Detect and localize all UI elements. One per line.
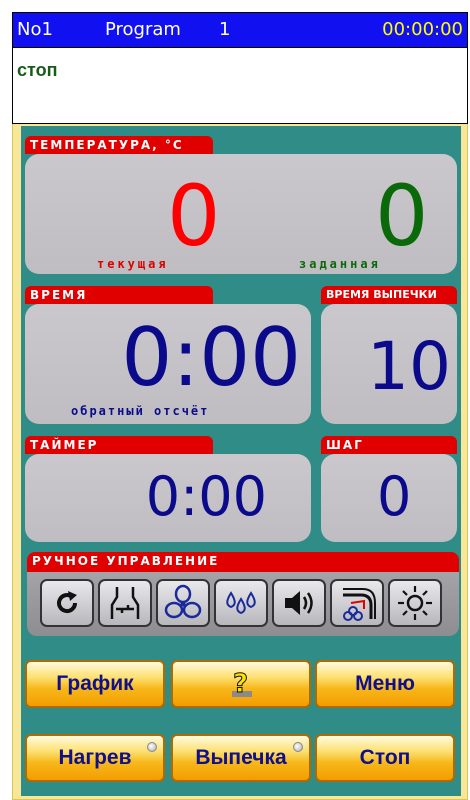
steam-button[interactable] <box>214 579 268 627</box>
temperature-panel: 0 0 текущая заданная <box>25 154 457 274</box>
fan-icon <box>164 584 202 619</box>
light-button[interactable] <box>388 579 442 627</box>
heat-indicator <box>147 742 157 752</box>
manual-control-title: РУЧНОЕ УПРАВЛЕНИЕ <box>27 552 459 572</box>
bake-button-label: Выпечка <box>195 746 287 769</box>
time-title: ВРЕМЯ <box>25 286 213 304</box>
bake-time-panel: 10 <box>321 304 457 424</box>
program-label: Program <box>105 19 181 40</box>
fan-button[interactable] <box>156 579 210 627</box>
step-value: 0 <box>377 465 412 528</box>
timer-title: ТАЙМЕР <box>25 436 213 454</box>
current-temperature: 0 <box>167 167 221 265</box>
bake-button[interactable]: Выпечка <box>171 734 311 782</box>
timer-value: 0:00 <box>145 465 267 528</box>
program-number: 1 <box>219 19 231 40</box>
stop-button[interactable]: Стоп <box>315 734 455 782</box>
bake-indicator <box>293 742 303 752</box>
help-button[interactable]: ? <box>171 660 311 708</box>
set-temperature-label: заданная <box>299 257 381 271</box>
hood-fan-button[interactable] <box>330 579 384 627</box>
temperature-title: ТЕМПЕРАТУРА, °С <box>25 136 213 154</box>
main-panel: ТЕМПЕРАТУРА, °С 0 0 текущая заданная ВРЕ… <box>12 124 468 800</box>
chart-button[interactable]: График <box>25 660 165 708</box>
step-panel: 0 <box>321 454 457 542</box>
clock: 00:00:00 <box>382 19 463 40</box>
light-icon <box>398 586 432 620</box>
heat-button-label: Нагрев <box>58 746 132 769</box>
current-temperature-label: текущая <box>97 257 169 271</box>
set-temperature: 0 <box>375 167 429 265</box>
steam-icon <box>226 591 256 615</box>
heat-button[interactable]: Нагрев <box>25 734 165 782</box>
damper-icon <box>110 587 140 619</box>
manual-control-bar <box>27 572 459 636</box>
rotate-button[interactable] <box>40 579 94 627</box>
bake-time-title: ВРЕМЯ ВЫПЕЧКИ <box>321 286 457 304</box>
countdown-value: 0:00 <box>121 311 301 404</box>
damper-button[interactable] <box>98 579 152 627</box>
help-icon: ? <box>232 669 252 700</box>
sound-button[interactable] <box>272 579 326 627</box>
timer-panel: 0:00 <box>25 454 311 542</box>
step-title: ШАГ <box>321 436 457 454</box>
bake-time-value: 10 <box>367 328 451 405</box>
svg-text:?: ? <box>233 669 248 699</box>
rotate-icon <box>57 591 78 613</box>
status-text: стоп <box>17 60 58 80</box>
countdown-label: обратный отсчёт <box>71 404 210 418</box>
status-box: стоп <box>12 48 468 124</box>
sound-icon <box>285 591 313 615</box>
oven-number: No1 <box>17 19 53 40</box>
menu-button[interactable]: Меню <box>315 660 455 708</box>
hood-fan-icon <box>343 588 376 621</box>
time-panel: 0:00 обратный отсчёт <box>25 304 311 424</box>
title-bar: No1 Program 1 00:00:00 <box>12 12 468 48</box>
control-area: ТЕМПЕРАТУРА, °С 0 0 текущая заданная ВРЕ… <box>21 126 461 796</box>
